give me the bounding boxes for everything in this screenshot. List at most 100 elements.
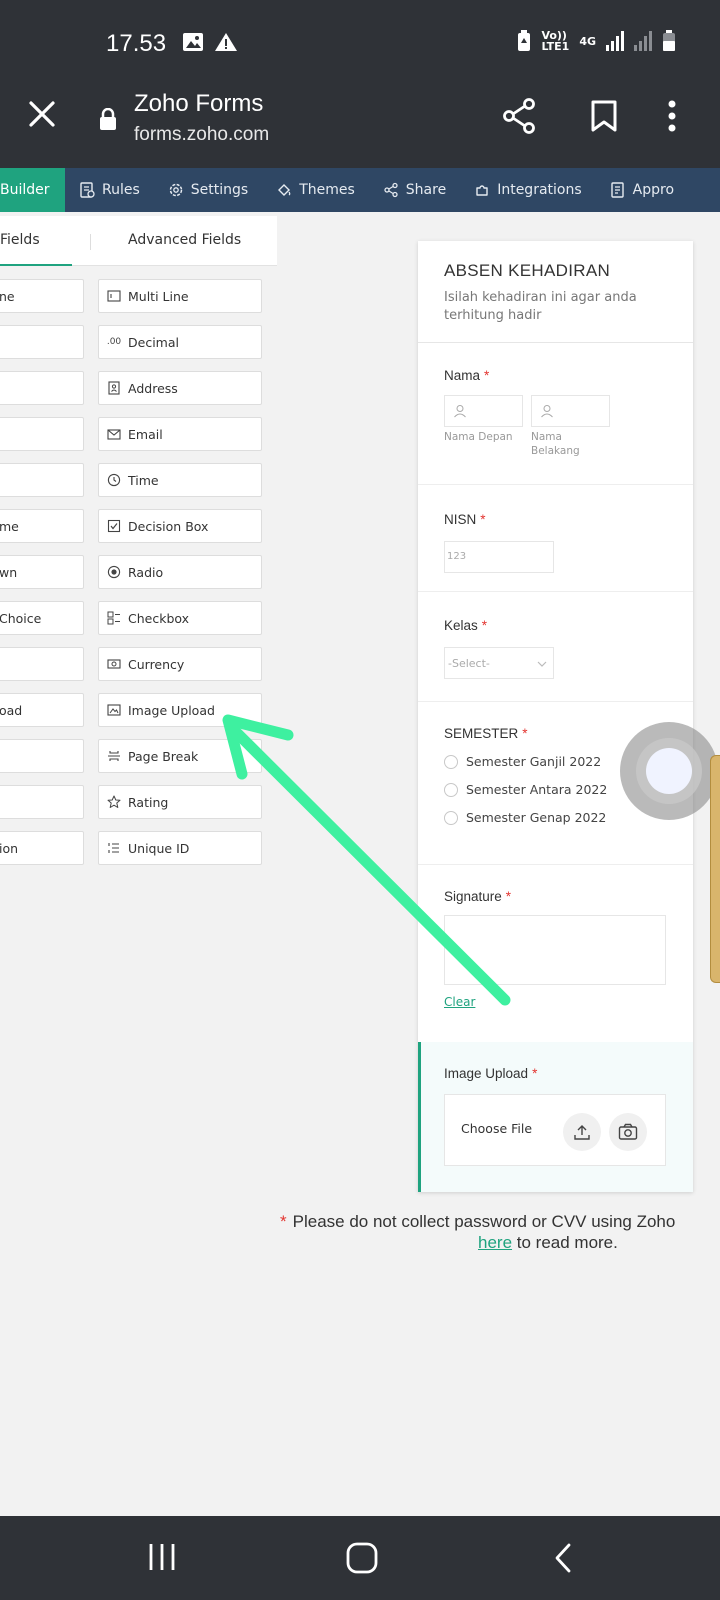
last-name-input[interactable] (531, 395, 610, 427)
active-tab-indicator (0, 264, 72, 266)
close-icon[interactable] (26, 98, 58, 130)
field-nama[interactable]: Nama * Nama Depan Nama Belakang (418, 344, 693, 485)
field-multi-line[interactable]: Multi Line (98, 279, 262, 313)
form-header[interactable]: ABSEN KEHADIRAN Isilah kehadiran ini aga… (418, 241, 693, 343)
field-item[interactable] (0, 325, 84, 359)
field-item[interactable]: ion (0, 831, 84, 865)
upload-icon (574, 1125, 590, 1140)
notice-star: * (280, 1212, 287, 1231)
radio-button[interactable] (444, 810, 458, 825)
number-placeholder: 123 (447, 551, 467, 562)
field-email[interactable]: Email (98, 417, 262, 451)
field-nisn[interactable]: NISN * 123 (418, 485, 693, 592)
first-name-sublabel: Nama Depan (444, 431, 513, 443)
field-rating[interactable]: Rating (98, 785, 262, 819)
radio-option[interactable]: Semester Ganjil 2022 (444, 754, 601, 769)
field-item[interactable] (0, 739, 84, 773)
camera-icon (618, 1123, 638, 1140)
field-item[interactable] (0, 463, 84, 497)
notice-link-line: here to read more. (478, 1233, 618, 1252)
required-marker: * (480, 512, 486, 527)
gallery-icon (183, 33, 203, 51)
status-time: 17.53 (106, 30, 167, 57)
field-image-upload-selected[interactable]: Image Upload * Choose File (418, 1042, 693, 1192)
field-checkbox[interactable]: Checkbox (98, 601, 262, 635)
first-name-input[interactable] (444, 395, 523, 427)
battery-saver-icon (518, 30, 531, 51)
field-image-upload[interactable]: Image Upload (98, 693, 262, 727)
field-currency[interactable]: Currency (98, 647, 262, 681)
field-label: Nama (444, 368, 481, 383)
field-kelas[interactable]: Kelas * -Select- (418, 592, 693, 702)
field-panel: Fields Advanced Fields ne me wn Choice o… (0, 216, 277, 1512)
tab-builder[interactable]: Builder (0, 168, 65, 212)
field-radio[interactable]: Radio (98, 555, 262, 589)
signature-pad[interactable] (444, 915, 666, 985)
field-item[interactable] (0, 371, 84, 405)
decimal-icon: .00 (106, 337, 122, 347)
upload-button[interactable] (563, 1113, 601, 1151)
field-signature[interactable]: Signature * Clear (418, 865, 693, 1042)
tab-advanced-fields[interactable]: Advanced Fields (128, 232, 241, 248)
assistive-touch-button[interactable] (620, 722, 718, 820)
field-address[interactable]: Address (98, 371, 262, 405)
field-decimal[interactable]: .00 Decimal (98, 325, 262, 359)
more-vertical-icon[interactable] (668, 100, 676, 132)
required-marker: * (505, 889, 512, 904)
field-item[interactable] (0, 785, 84, 819)
bookmark-icon[interactable] (590, 100, 618, 132)
file-upload-box[interactable]: Choose File (444, 1094, 666, 1166)
app-nav: Builder Rules Settings Themes Share Inte… (0, 168, 720, 212)
nisn-input[interactable]: 123 (444, 541, 554, 573)
tab-approvals[interactable]: Appro (596, 168, 688, 212)
lte-label: LTE1 (541, 40, 570, 53)
radio-option[interactable]: Semester Genap 2022 (444, 810, 606, 825)
form-canvas: ABSEN KEHADIRAN Isilah kehadiran ini aga… (418, 241, 693, 1192)
recent-apps-icon[interactable] (148, 1542, 176, 1572)
camera-button[interactable] (609, 1113, 647, 1151)
form-description: Isilah kehadiran ini agar anda terhitung… (444, 290, 637, 323)
signature-clear-link[interactable]: Clear (444, 995, 475, 1009)
share-icon[interactable] (502, 98, 536, 134)
field-label: Image Upload (444, 1066, 529, 1081)
radio-option[interactable]: Semester Antara 2022 (444, 782, 607, 797)
image-icon (107, 704, 121, 716)
tab-settings[interactable]: Settings (154, 168, 262, 212)
site-url[interactable]: forms.zoho.com (134, 124, 269, 146)
field-item[interactable] (0, 417, 84, 451)
field-decision-box[interactable]: Decision Box (98, 509, 262, 543)
page-break-icon (108, 751, 120, 761)
field-item[interactable] (0, 647, 84, 681)
field-label: SEMESTER (444, 726, 519, 741)
field-item[interactable]: Choice (0, 601, 84, 635)
edge-panel-handle[interactable] (710, 755, 720, 983)
field-item[interactable]: me (0, 509, 84, 543)
clock-icon (107, 473, 121, 487)
radio-icon (107, 565, 121, 579)
user-icon (541, 405, 553, 418)
notice-here-link[interactable]: here (478, 1233, 512, 1252)
multi-line-icon (107, 290, 121, 302)
tab-standard-fields[interactable]: Fields (0, 232, 40, 248)
radio-button[interactable] (444, 782, 458, 797)
tab-integrations[interactable]: Integrations (460, 168, 595, 212)
kelas-select[interactable]: -Select- (444, 647, 554, 679)
tab-rules[interactable]: Rules (65, 168, 154, 212)
field-item[interactable]: wn (0, 555, 84, 589)
field-page-break[interactable]: Page Break (98, 739, 262, 773)
field-item[interactable]: oad (0, 693, 84, 727)
tab-themes[interactable]: Themes (262, 168, 369, 212)
radio-button[interactable] (444, 754, 458, 769)
tab-share[interactable]: Share (369, 168, 460, 212)
security-notice: * Please do not collect password or CVV u… (280, 1212, 676, 1231)
field-item[interactable]: ne (0, 279, 84, 313)
signal-sim2-icon (634, 31, 652, 51)
puzzle-icon (476, 185, 488, 196)
home-icon[interactable] (346, 1542, 378, 1574)
unique-id-icon (108, 843, 119, 853)
star-icon (107, 795, 121, 808)
share-icon (384, 182, 398, 198)
field-time[interactable]: Time (98, 463, 262, 497)
back-icon[interactable] (553, 1542, 573, 1574)
field-unique-id[interactable]: Unique ID (98, 831, 262, 865)
